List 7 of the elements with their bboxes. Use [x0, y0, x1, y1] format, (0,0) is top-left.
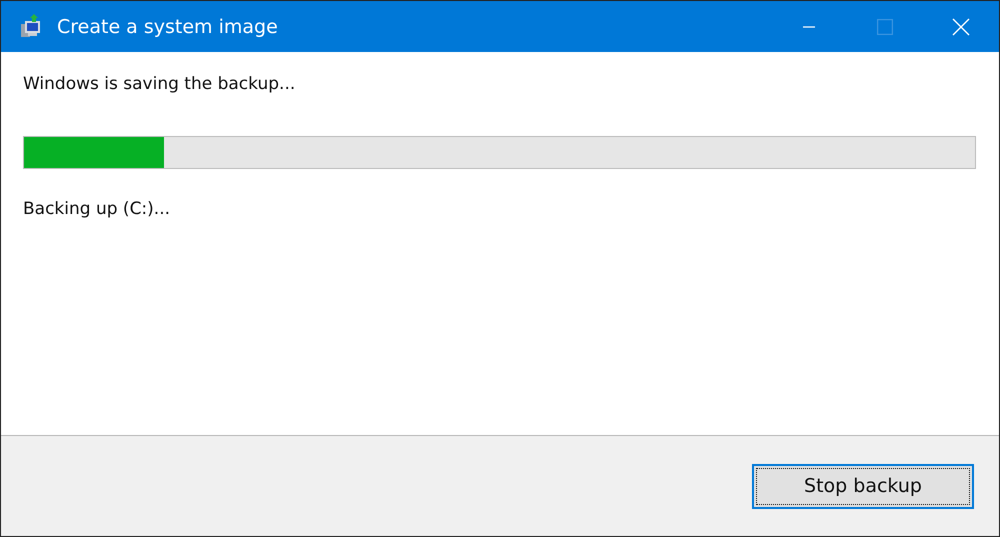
status-text: Backing up (C:)...: [23, 199, 172, 219]
stop-backup-button[interactable]: Stop backup: [752, 464, 974, 508]
window-title: Create a system image: [57, 16, 278, 38]
maximize-icon: [877, 18, 893, 34]
computer-icon: [19, 14, 43, 40]
close-icon: [952, 18, 970, 36]
status-heading: Windows is saving the backup...: [23, 74, 296, 96]
